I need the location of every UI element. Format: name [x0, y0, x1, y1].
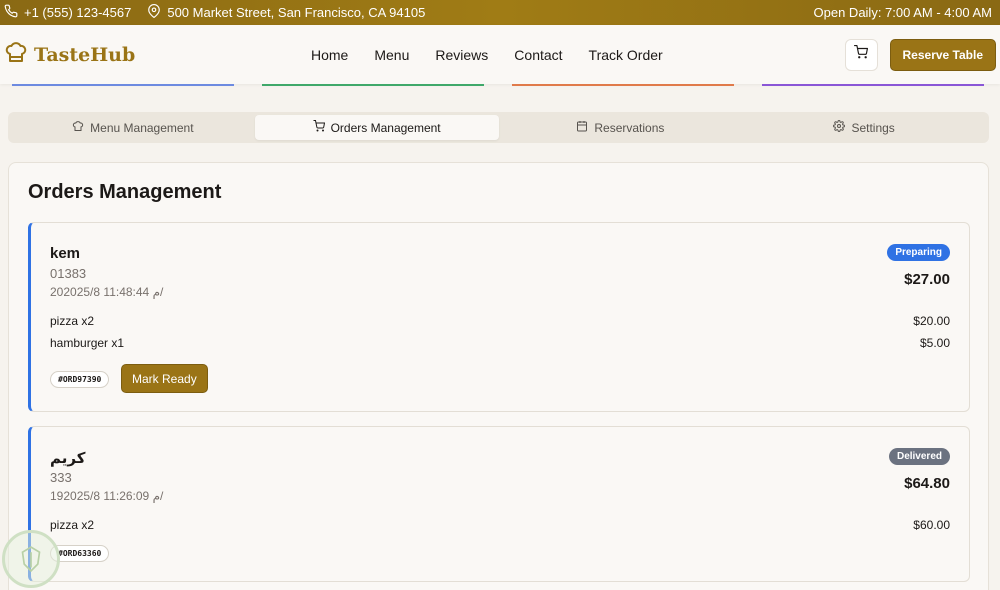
customer-name: kem	[50, 245, 81, 262]
status-badge: Delivered	[888, 448, 950, 465]
gear-icon	[833, 120, 846, 135]
cart-button[interactable]	[844, 38, 878, 71]
logo[interactable]: TasteHub	[4, 40, 294, 69]
order-date: 19م 11:26:09 2025/8/	[50, 489, 164, 503]
reserve-table-button[interactable]: Reserve Table	[889, 38, 996, 71]
phone-text: +1 (555) 123-4567	[24, 5, 132, 20]
nav-reviews[interactable]: Reviews	[435, 47, 488, 63]
address-text: 500 Market Street, San Francisco, CA 941…	[167, 5, 426, 20]
nav-contact[interactable]: Contact	[514, 47, 562, 63]
brand-name: TasteHub	[34, 43, 136, 66]
site-header: TasteHub Home Menu Reviews Contact Track…	[0, 25, 1000, 84]
page-title: Orders Management	[28, 181, 222, 203]
order-total: $27.00	[904, 271, 950, 288]
tab-label: Reservations	[594, 120, 665, 135]
hours-text: Open Daily: 7:00 AM - 4:00 AM	[813, 5, 992, 20]
mark-ready-button[interactable]: Mark Ready	[121, 364, 208, 393]
nav-home[interactable]: Home	[311, 47, 348, 63]
phone-icon	[4, 4, 18, 21]
phone-info: +1 (555) 123-4567	[4, 4, 131, 21]
order-date: 20م 11:48:44 2025/8/	[50, 285, 164, 299]
order-id-badge: #ORD97390	[50, 371, 110, 388]
order-line-item: pizza x2 $60.00	[50, 518, 950, 532]
accent-lines	[0, 84, 1000, 87]
address-info: 500 Market Street, San Francisco, CA 941…	[147, 4, 425, 21]
order-total: $64.80	[904, 475, 950, 492]
customer-phone: 01383	[50, 266, 87, 281]
cart-icon	[854, 45, 868, 64]
customer-name: كريم	[50, 450, 86, 467]
tab-reservations[interactable]: Reservations	[499, 115, 743, 140]
item-name: pizza x2	[50, 518, 95, 532]
admin-tabs: Menu Management Orders Management Reserv…	[8, 112, 989, 143]
chef-hat-icon	[72, 120, 84, 135]
tab-orders-management[interactable]: Orders Management	[254, 115, 499, 140]
item-price: $20.00	[913, 314, 950, 328]
calendar-icon	[576, 120, 588, 135]
item-price: $60.00	[913, 518, 950, 532]
orders-panel: Orders Management kem 01383 20م 11:48:44…	[8, 162, 989, 590]
cart-icon	[313, 120, 325, 135]
status-badge: Preparing	[887, 244, 950, 261]
tab-label: Orders Management	[330, 120, 441, 135]
item-price: $5.00	[919, 336, 950, 350]
order-card: كريم 333 19م 11:26:09 2025/8/ Delivered …	[28, 426, 970, 582]
tab-label: Settings	[851, 120, 895, 135]
main-nav: Home Menu Reviews Contact Track Order	[311, 47, 663, 63]
order-line-item: pizza x2 $20.00	[50, 314, 950, 328]
item-name: pizza x2	[50, 314, 95, 328]
order-line-item: hamburger x1 $5.00	[50, 336, 950, 350]
tab-label: Menu Management	[90, 120, 194, 135]
customer-phone: 333	[50, 470, 72, 485]
map-pin-icon	[147, 4, 161, 21]
tab-settings[interactable]: Settings	[742, 115, 986, 140]
chef-hat-icon	[4, 40, 28, 69]
tab-menu-management[interactable]: Menu Management	[11, 115, 255, 140]
order-card: kem 01383 20م 11:48:44 2025/8/ Preparing…	[28, 222, 970, 412]
top-info-bar: +1 (555) 123-4567 500 Market Street, San…	[0, 0, 1000, 25]
nav-menu[interactable]: Menu	[374, 47, 409, 63]
nav-track-order[interactable]: Track Order	[589, 47, 663, 63]
watermark-logo	[2, 530, 60, 588]
item-name: hamburger x1	[50, 336, 125, 350]
